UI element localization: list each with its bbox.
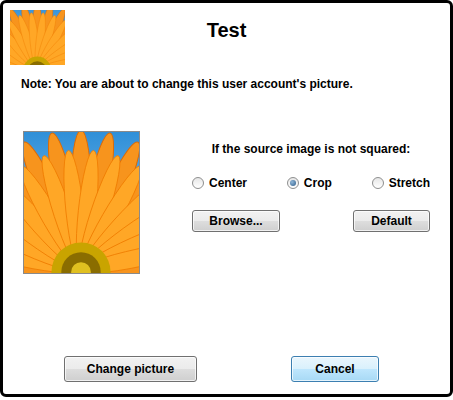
radio-mark[interactable] bbox=[192, 177, 204, 189]
radio-mark[interactable] bbox=[287, 177, 299, 189]
radio-option[interactable]: Crop bbox=[287, 176, 332, 190]
preview-image bbox=[24, 132, 139, 273]
radio-group: Center Crop Stretch bbox=[192, 176, 430, 190]
picture-buttons: Browse... Default bbox=[192, 210, 430, 232]
cancel-button[interactable]: Cancel bbox=[291, 356, 379, 382]
change-picture-button[interactable]: Change picture bbox=[64, 356, 197, 382]
account-picture-icon bbox=[10, 10, 65, 65]
radio-option[interactable]: Stretch bbox=[372, 176, 430, 190]
picture-section: If the source image is not squared: Cente… bbox=[3, 91, 450, 274]
options-panel: If the source image is not squared: Cente… bbox=[140, 131, 430, 274]
radio-option[interactable]: Center bbox=[192, 176, 247, 190]
dialog-header: Test bbox=[3, 3, 450, 65]
note-text: Note: You are about to change this user … bbox=[3, 65, 450, 91]
radio-mark[interactable] bbox=[372, 177, 384, 189]
dialog-window: Test Note: You are about to change this u… bbox=[0, 0, 453, 397]
dialog-title: Test bbox=[66, 19, 387, 56]
browse-button[interactable]: Browse... bbox=[192, 210, 280, 232]
picture-preview bbox=[23, 131, 140, 274]
options-label: If the source image is not squared: bbox=[192, 142, 430, 156]
default-button[interactable]: Default bbox=[353, 210, 430, 232]
dialog-footer: Change picture Cancel bbox=[3, 356, 450, 394]
